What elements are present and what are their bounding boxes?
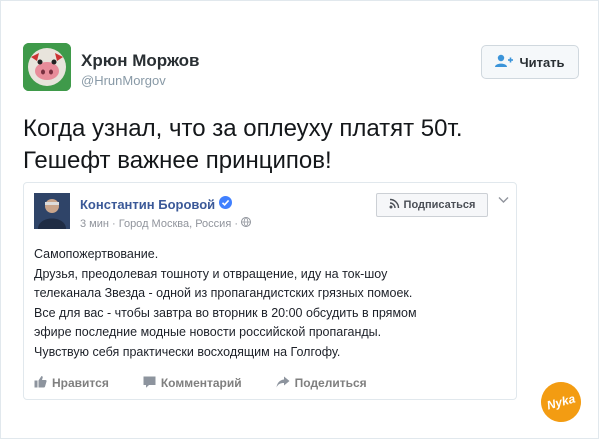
subscribe-button[interactable]: Подписаться bbox=[376, 193, 488, 217]
author-handle[interactable]: @HrunMorgov bbox=[81, 73, 166, 88]
thumbs-up-icon bbox=[34, 375, 47, 391]
share-icon bbox=[276, 376, 290, 391]
post-author-name[interactable]: Константин Боровой bbox=[80, 196, 233, 212]
globe-icon bbox=[241, 217, 251, 230]
subscribe-label: Подписаться bbox=[403, 199, 476, 211]
follow-button[interactable]: Читать bbox=[481, 45, 579, 79]
post-body-line: эфире последние модные новости российско… bbox=[34, 325, 382, 339]
author-avatar[interactable] bbox=[23, 43, 71, 91]
post-body-line: Друзья, преодолевая тошноту и отвращение… bbox=[34, 266, 388, 281]
site-watermark-logo: Nyka bbox=[536, 377, 586, 427]
author-name[interactable]: Хрюн Моржов bbox=[81, 51, 199, 71]
post-meta: 3 мин · Город Москва, Россия · bbox=[80, 217, 251, 230]
comment-icon bbox=[143, 376, 156, 391]
post-actions: Нравится Комментарий Поделиться bbox=[34, 373, 508, 393]
rss-icon bbox=[389, 198, 400, 212]
tweet-text-line: Когда узнал, что за оплеуху платят 50т. bbox=[23, 115, 463, 142]
embedded-facebook-post: Константин Боровой 3 мин · Город Москва,… bbox=[23, 182, 517, 400]
tweet-text-line: Гешефт важнее принципов! bbox=[23, 147, 332, 174]
post-body: Самопожертвование. Друзья, преодолевая т… bbox=[34, 245, 504, 362]
share-button[interactable]: Поделиться bbox=[276, 376, 367, 391]
post-body-line: телеканала Звезда - одной из пропагандис… bbox=[34, 286, 413, 300]
follow-label: Читать bbox=[519, 54, 565, 70]
tweet-card: Хрюн Моржов @HrunMorgov Читать Когда узн… bbox=[0, 0, 599, 439]
post-body-line: Чувствую себя практически восходящим на … bbox=[34, 344, 341, 359]
add-user-icon bbox=[495, 54, 514, 71]
comment-button[interactable]: Комментарий bbox=[143, 376, 242, 391]
post-body-line: Самопожертвование. bbox=[34, 247, 159, 261]
post-author-avatar[interactable] bbox=[34, 193, 70, 229]
post-body-line: Все для вас - чтобы завтра во вторник в … bbox=[34, 305, 417, 320]
verified-badge-icon bbox=[219, 196, 233, 212]
tweet-text: Когда узнал, что за оплеуху платят 50т. … bbox=[23, 113, 583, 177]
like-button[interactable]: Нравится bbox=[34, 375, 109, 391]
chevron-down-icon[interactable] bbox=[498, 193, 509, 207]
